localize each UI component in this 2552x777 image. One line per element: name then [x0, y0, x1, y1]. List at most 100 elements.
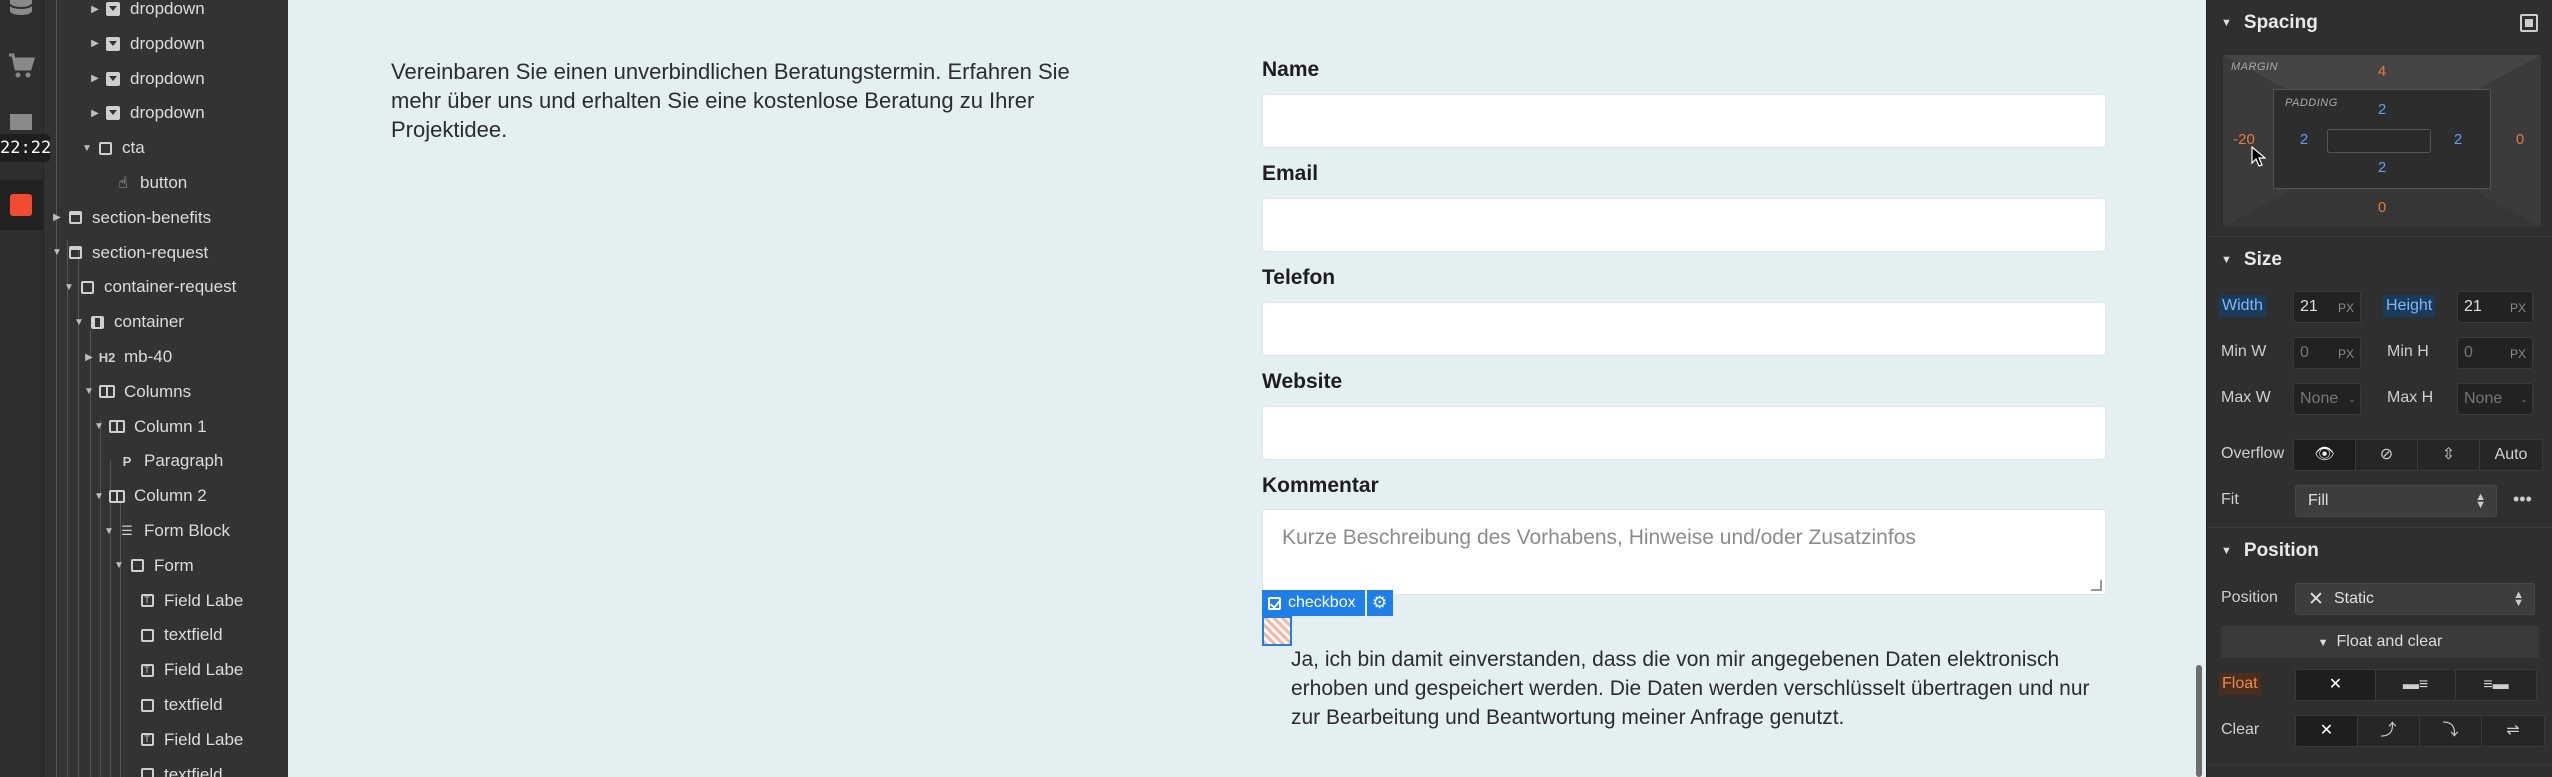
min-w-input[interactable]: 0 PX — [2293, 337, 2361, 369]
navigator-item[interactable]: textfield — [44, 688, 288, 722]
height-label[interactable]: Height — [2383, 295, 2436, 317]
max-h-unit[interactable]: - — [2522, 393, 2526, 407]
width-label[interactable]: Width — [2219, 295, 2266, 317]
height-unit[interactable]: PX — [2510, 301, 2526, 315]
clear-left-icon[interactable]: ⤴ — [2358, 716, 2420, 746]
checkbox-tag-label[interactable]: checkbox — [1262, 590, 1365, 616]
navigator-item[interactable]: ☝ button — [44, 166, 288, 200]
width-input[interactable]: 21 PX — [2293, 291, 2361, 323]
navigator-item[interactable]: ▼ ☰ Form Block — [44, 514, 288, 548]
typography-section-header[interactable] — [2207, 765, 2552, 777]
padding-bottom-value[interactable]: 2 — [2367, 159, 2397, 176]
float-none-icon[interactable]: ✕ — [2296, 670, 2376, 700]
navigator-item[interactable]: ▼ Form — [44, 549, 288, 583]
navigator-item[interactable]: T Field Labe — [44, 653, 288, 687]
navigator-item[interactable]: ▶ dropdown — [44, 96, 288, 130]
overflow-scroll-icon[interactable]: ⇳ — [2418, 440, 2480, 470]
float-segmented-control[interactable]: ✕ ▬≡ ≡▬ — [2295, 669, 2537, 701]
navigator-item[interactable]: ▶ section-benefits — [44, 201, 288, 235]
clear-right-icon[interactable]: ⤵ — [2420, 716, 2482, 746]
expand-spacing-icon[interactable] — [2520, 14, 2538, 32]
margin-bottom-value[interactable]: 0 — [2367, 199, 2397, 216]
caret-down-icon[interactable]: ▼ — [62, 282, 76, 293]
consent-checkbox[interactable] — [1262, 616, 1292, 646]
navigator-item[interactable]: ▶ dropdown — [44, 0, 288, 26]
name-input[interactable] — [1262, 94, 2106, 148]
padding-top-value[interactable]: 2 — [2367, 101, 2397, 118]
position-select[interactable]: ✕ Static ▲ ▼ — [2295, 583, 2535, 615]
cart-icon[interactable] — [4, 50, 38, 84]
navigator-item[interactable]: ▼ Columns — [44, 375, 288, 409]
navigator-item[interactable]: ▼ section-request — [44, 236, 288, 270]
max-w-unit[interactable]: - — [2350, 393, 2354, 407]
caret-down-icon[interactable]: ▼ — [92, 491, 106, 502]
navigator-item[interactable]: ▼ Column 2 — [44, 479, 288, 513]
min-w-unit[interactable]: PX — [2338, 347, 2354, 361]
navigator-item[interactable]: textfield — [44, 758, 288, 777]
margin-top-value[interactable]: 4 — [2367, 63, 2397, 80]
comment-textarea[interactable]: Kurze Beschreibung des Vorhabens, Hinwei… — [1262, 509, 2106, 595]
canvas-scrollbar[interactable] — [2196, 665, 2202, 777]
width-unit[interactable]: PX — [2338, 301, 2354, 315]
navigator-item[interactable]: ▼ container-request — [44, 270, 288, 304]
caret-down-icon[interactable]: ▼ — [102, 526, 116, 537]
caret-down-icon[interactable]: ▼ — [112, 560, 126, 571]
design-canvas[interactable]: Vereinbaren Sie einen unverbindlichen Be… — [288, 0, 2206, 777]
caret-down-icon[interactable]: ▼ — [82, 386, 96, 397]
caret-right-icon[interactable]: ▶ — [88, 4, 102, 15]
overflow-segmented-control[interactable]: 👁 ⊘ ⇳ Auto — [2293, 439, 2543, 471]
caret-right-icon[interactable]: ▶ — [82, 352, 96, 363]
database-icon[interactable] — [4, 0, 38, 24]
overflow-visible-eye-icon[interactable]: 👁 — [2294, 440, 2356, 470]
float-left-icon[interactable]: ▬≡ — [2376, 670, 2456, 700]
padding-left-value[interactable]: 2 — [2289, 131, 2319, 148]
padding-right-value[interactable]: 2 — [2443, 131, 2473, 148]
label-icon: T — [136, 731, 158, 749]
navigator-item[interactable]: ▼ container — [44, 305, 288, 339]
more-options-icon[interactable]: ••• — [2513, 489, 2532, 510]
caret-down-icon[interactable]: ▼ — [50, 247, 64, 258]
navigator-item[interactable]: ▼ Column 1 — [44, 410, 288, 444]
size-section-header[interactable]: ▼ Size — [2207, 236, 2552, 282]
resize-grip-icon[interactable] — [2090, 579, 2102, 591]
min-h-input[interactable]: 0 PX — [2457, 337, 2533, 369]
record-button[interactable] — [0, 180, 44, 230]
overflow-hidden-icon[interactable]: ⊘ — [2356, 440, 2418, 470]
position-section-header[interactable]: ▼ Position — [2207, 527, 2552, 573]
caret-right-icon[interactable]: ▶ — [50, 212, 64, 223]
caret-right-icon[interactable]: ▶ — [88, 108, 102, 119]
navigator-item[interactable]: ▼ cta — [44, 131, 288, 165]
fit-select[interactable]: Fill ▲ ▼ — [2295, 485, 2497, 517]
float-right-icon[interactable]: ≡▬ — [2456, 670, 2536, 700]
telefon-input[interactable] — [1262, 302, 2106, 356]
max-h-input[interactable]: None - — [2457, 383, 2533, 415]
margin-right-value[interactable]: 0 — [2505, 131, 2535, 148]
gear-icon[interactable]: ⚙ — [1366, 590, 1393, 616]
float-label[interactable]: Float — [2219, 673, 2261, 695]
box-model-editor[interactable]: MARGIN PADDING 4 0 0 -20 2 2 2 2 — [2223, 55, 2541, 227]
height-input[interactable]: 21 PX — [2457, 291, 2533, 323]
caret-right-icon[interactable]: ▶ — [88, 73, 102, 84]
overflow-auto-button[interactable]: Auto — [2480, 440, 2542, 470]
navigator-item[interactable]: ▶ H2 mb-40 — [44, 340, 288, 374]
spacing-section-header[interactable]: ▼ Spacing — [2207, 0, 2552, 46]
navigator-item[interactable]: ▶ dropdown — [44, 27, 288, 61]
caret-down-icon[interactable]: ▼ — [92, 421, 106, 432]
navigator-item[interactable]: T Field Labe — [44, 584, 288, 618]
website-input[interactable] — [1262, 406, 2106, 460]
clear-none-icon[interactable]: ✕ — [2296, 716, 2358, 746]
navigator-item[interactable]: P Paragraph — [44, 444, 288, 478]
caret-down-icon[interactable]: ▼ — [80, 143, 94, 154]
min-h-unit[interactable]: PX — [2510, 347, 2526, 361]
caret-right-icon[interactable]: ▶ — [88, 38, 102, 49]
max-w-input[interactable]: None - — [2293, 383, 2361, 415]
navigator-item[interactable]: T Field Labe — [44, 723, 288, 757]
clear-segmented-control[interactable]: ✕ ⤴ ⤵ ⇌ — [2295, 715, 2545, 747]
navigator-item[interactable]: textfield — [44, 618, 288, 652]
float-and-clear-toggle[interactable]: ▼ Float and clear — [2221, 626, 2539, 658]
clear-both-icon[interactable]: ⇌ — [2482, 716, 2544, 746]
selected-element-tag[interactable]: checkbox ⚙ — [1262, 590, 1393, 616]
email-input[interactable] — [1262, 198, 2106, 252]
navigator-item[interactable]: ▶ dropdown — [44, 62, 288, 96]
caret-down-icon[interactable]: ▼ — [72, 317, 86, 328]
